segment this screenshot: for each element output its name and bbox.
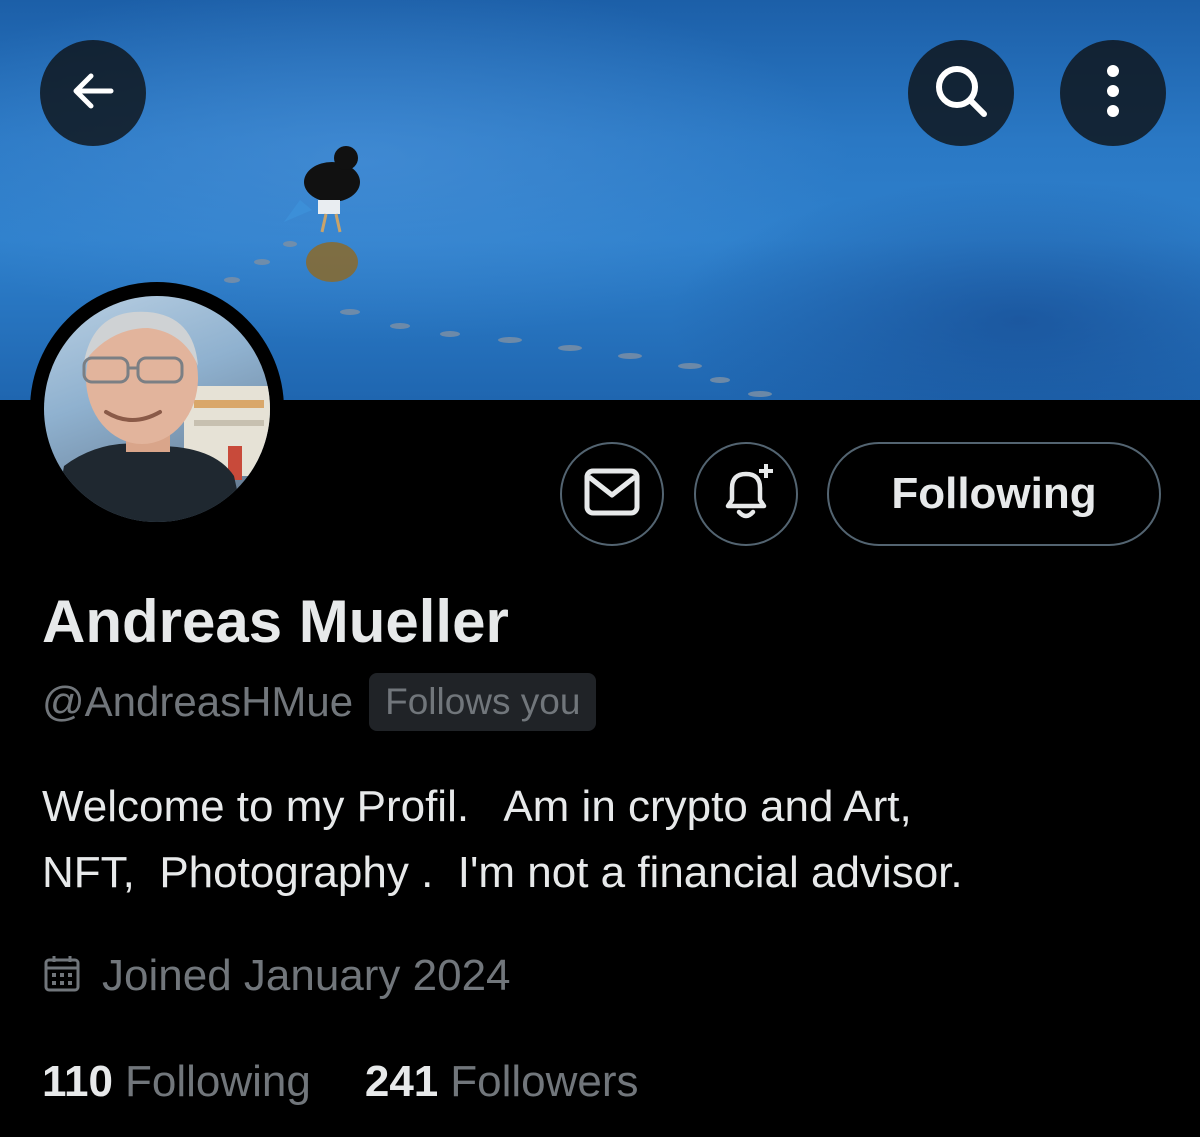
follows-you-badge: Follows you <box>369 673 597 731</box>
more-options-button[interactable] <box>1060 40 1166 146</box>
followers-count: 241 <box>364 1057 439 1106</box>
handle-row: @AndreasHMue Follows you <box>42 672 597 732</box>
calendar-icon <box>42 954 82 999</box>
mail-icon <box>583 467 641 522</box>
username-handle: @AndreasHMue <box>42 678 354 725</box>
follow-stats: 110 Following 241 Followers <box>42 1050 639 1114</box>
following-label: Following <box>124 1057 311 1106</box>
following-button[interactable]: Following <box>827 442 1161 546</box>
search-icon <box>929 59 993 128</box>
more-vertical-icon <box>1103 59 1123 128</box>
joined-date: Joined January 2024 <box>102 951 511 1000</box>
following-stat-link[interactable]: 110 Following <box>42 1057 311 1107</box>
followers-label: Followers <box>450 1057 639 1106</box>
following-count: 110 <box>42 1057 113 1106</box>
profile-bio: Welcome to my Profil. Am in crypto and A… <box>42 782 963 897</box>
message-button[interactable] <box>560 442 664 546</box>
arrow-left-icon <box>63 61 123 126</box>
followers-stat-link[interactable]: 241 Followers <box>365 1057 639 1107</box>
joined-row: Joined January 2024 <box>42 944 511 1008</box>
display-name: Andreas Mueller <box>42 588 509 655</box>
bell-plus-icon <box>714 460 778 529</box>
avatar-image <box>44 296 270 522</box>
search-button[interactable] <box>908 40 1014 146</box>
avatar[interactable] <box>30 282 284 536</box>
notifications-button[interactable] <box>694 442 798 546</box>
back-button[interactable] <box>40 40 146 146</box>
